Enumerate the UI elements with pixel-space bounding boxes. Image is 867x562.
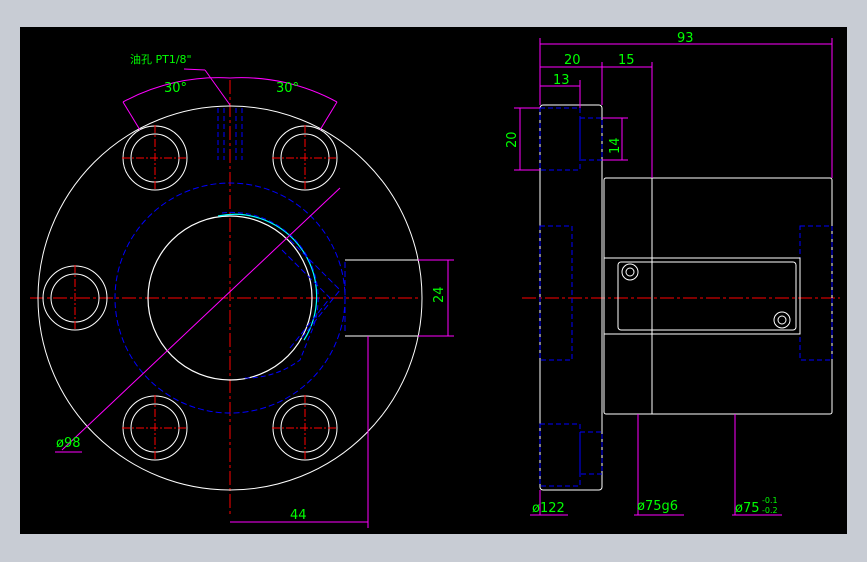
bolt-hole [122, 125, 188, 191]
bolt-circle-leader [61, 187, 341, 451]
oil-hole-label: 油孔 PT1/8" [130, 52, 192, 66]
drawing-canvas[interactable]: 油孔 PT1/8" 30° 30° ø98 44 24 93 20 15 13 … [20, 27, 847, 534]
keyway-screw-hole [773, 311, 791, 329]
side-hidden-lines [539, 107, 833, 487]
thread-arc [217, 213, 318, 341]
keyway-screw-hole [621, 263, 639, 281]
cad-window: 油孔 PT1/8" 30° 30° ø98 44 24 93 20 15 13 … [0, 0, 867, 562]
body-dia-label: ø75g6 [637, 499, 678, 514]
side-view: 93 20 15 13 20 14 ø122 ø75g6 ø75 -0.1 -0… [505, 31, 840, 516]
angle-left-label: 30° [164, 81, 187, 96]
angle-right-label: 30° [276, 81, 299, 96]
bolt-holes [42, 125, 338, 461]
key-width-label: 24 [432, 286, 447, 303]
keyway-inner [617, 261, 797, 331]
ball-return-hidden [221, 211, 319, 379]
bolt-hole [122, 395, 188, 461]
offset-dimension [230, 336, 369, 528]
key-boss-hidden [281, 239, 346, 349]
bolt-circle-label: ø98 [56, 436, 81, 451]
hole-depth-label: 13 [553, 73, 570, 88]
bore-tol-upper: -0.1 [762, 496, 778, 505]
bolt-hole [272, 125, 338, 191]
flange-thickness-label: 20 [564, 53, 581, 68]
bolt-hole [42, 265, 108, 331]
cad-drawing: 油孔 PT1/8" 30° 30° ø98 44 24 93 20 15 13 … [30, 31, 840, 528]
side-dimensions [514, 38, 833, 516]
counterbore-label: 20 [505, 131, 520, 148]
overall-length-label: 93 [677, 31, 694, 46]
hole-dia-label: 14 [608, 137, 623, 154]
body-profile [603, 177, 833, 415]
bore-tol-lower: -0.2 [762, 506, 778, 515]
front-centerlines [30, 80, 420, 515]
front-view: 油孔 PT1/8" 30° 30° ø98 44 24 [30, 52, 454, 528]
bore-dia-label: ø75 [735, 501, 760, 516]
offset-label: 44 [290, 508, 307, 523]
flange-dia-label: ø122 [532, 501, 565, 516]
bolt-hole [272, 395, 338, 461]
step-label: 15 [618, 53, 635, 68]
